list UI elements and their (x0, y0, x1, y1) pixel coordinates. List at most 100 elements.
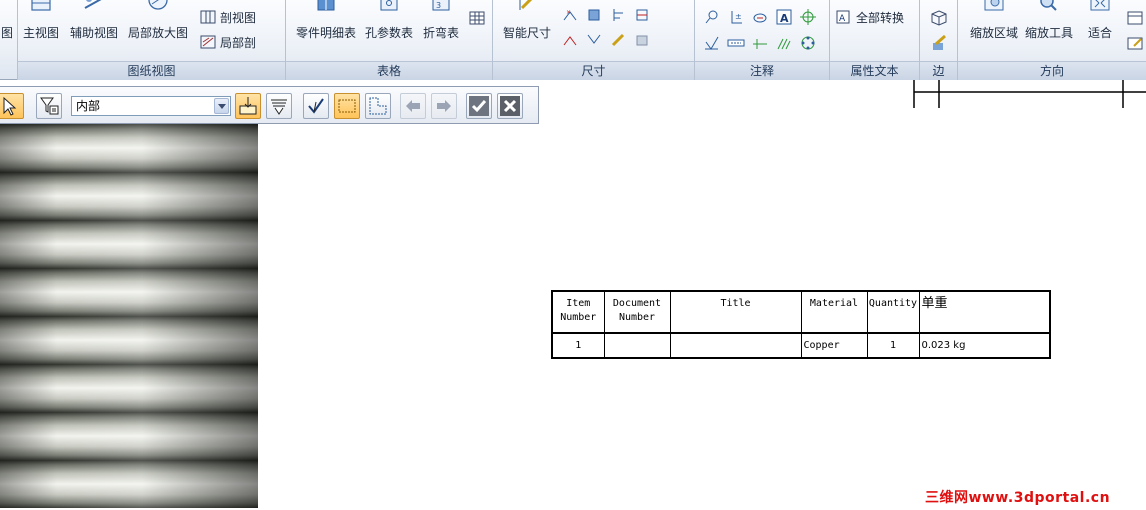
hatch-button[interactable] (775, 34, 793, 52)
bom-table-button[interactable]: 零件明细表 (290, 0, 362, 58)
dim-horizontal-button[interactable]: × (561, 6, 579, 24)
ribbon-group-caption: 注释 (695, 61, 829, 80)
section-view-icon (200, 10, 216, 24)
accept-button[interactable] (466, 93, 492, 119)
dimension-icon (636, 35, 648, 46)
view-edit-button[interactable] (1126, 34, 1144, 52)
zoom-tool-button[interactable]: 缩放工具 (1020, 0, 1078, 58)
balloon-button[interactable] (703, 8, 721, 26)
highlight-inside-button[interactable] (235, 93, 261, 119)
dim-baseline-button[interactable] (561, 31, 579, 49)
convert-all-label: 全部转换 (856, 11, 905, 25)
svg-text:±: ± (735, 12, 742, 21)
model-preview-panel (0, 124, 258, 510)
ribbon-group-tables: 零件明细表 孔参数表 3 折弯表 表格 (286, 0, 493, 80)
bend-table-label: 折弯表 (422, 26, 459, 40)
bom-header-title: Title (669, 290, 802, 334)
bend-table-button[interactable]: 3 折弯表 (418, 0, 464, 58)
section-view-button[interactable]: 剖视图 (200, 9, 256, 27)
detail-view-button[interactable]: 局部放大图 (122, 0, 194, 58)
ribbon-group-property-text: A 全部转换 属性文本 (830, 0, 920, 80)
section-view-label: 剖视图 (220, 11, 257, 25)
select-arrow-button[interactable] (0, 93, 24, 119)
bom-cell-document-number (603, 332, 671, 359)
dimension-icon (613, 9, 623, 21)
broken-out-section-label: 局部剖 (220, 36, 257, 50)
check-select-button[interactable] (303, 93, 329, 119)
pencil-icon (933, 34, 946, 50)
smart-dimension-button[interactable]: 智能尺寸 (497, 0, 557, 58)
dim-vertical-button[interactable] (585, 6, 603, 24)
bom-cell-quantity: 1 (866, 332, 920, 359)
checkmark-icon (469, 96, 489, 116)
convert-all-button[interactable]: A 全部转换 (836, 9, 904, 27)
weld-icon (753, 13, 767, 23)
rectangle-select-button[interactable] (334, 93, 360, 119)
dim-attach-button[interactable] (633, 31, 651, 49)
dim-fix-button[interactable] (609, 31, 627, 49)
dimension-icon (611, 33, 625, 47)
edge-display-button[interactable] (930, 9, 948, 27)
surface-finish-button[interactable] (703, 34, 721, 52)
smart-dimension-icon (519, 0, 533, 10)
ribbon-group-partial: 图 (0, 0, 18, 80)
chevron-down-icon[interactable] (214, 98, 229, 114)
filter-icon (40, 97, 59, 115)
bolt-circle-button[interactable] (799, 34, 817, 52)
gtol-button[interactable] (727, 34, 745, 52)
broken-out-section-button[interactable]: 局部剖 (200, 34, 256, 52)
dim-path-button[interactable] (585, 31, 603, 49)
table-row[interactable]: 1 Copper 1 0.023 kg (551, 332, 1051, 359)
dim-chamfer-button[interactable] (633, 6, 651, 24)
ribbon-button-partial[interactable]: 图 (0, 0, 14, 58)
edge-edit-button[interactable] (930, 34, 948, 52)
centerline-button[interactable] (751, 34, 769, 52)
zoom-area-label: 缩放区域 (969, 26, 1018, 40)
zoom-area-button[interactable]: 缩放区域 (962, 0, 1026, 58)
highlight-icon (271, 99, 287, 115)
text-button[interactable]: A (775, 8, 793, 26)
auxiliary-view-button[interactable]: 辅助视图 (66, 0, 122, 58)
back-button[interactable] (400, 93, 426, 119)
zoom-tool-label: 缩放工具 (1024, 26, 1073, 40)
bend-table-icon: 3 (432, 0, 450, 11)
view-orientation-button[interactable] (1126, 9, 1144, 27)
balloon-icon (705, 10, 718, 24)
filter-button[interactable] (36, 93, 62, 119)
bom-header-material: Material (800, 290, 868, 334)
bom-header-quantity: Quantity (866, 290, 920, 334)
title-block-fragment (913, 80, 1146, 108)
magnifier-icon (1040, 0, 1057, 11)
ribbon-group-caption: 属性文本 (830, 61, 919, 80)
dimension-icon (636, 9, 648, 21)
highlight-overlap-button[interactable] (266, 93, 292, 119)
window-icon (1127, 11, 1143, 25)
ribbon-group-caption: 方向 (958, 61, 1146, 80)
polyline-select-icon (369, 97, 387, 115)
weld-symbol-button[interactable] (751, 8, 769, 26)
ribbon-group-caption: 图纸视图 (18, 61, 285, 80)
convert-icon: A (836, 10, 850, 24)
rectangle-select-icon (338, 99, 356, 113)
table-grid-button[interactable] (468, 9, 486, 27)
datum-button[interactable]: ± (727, 8, 745, 26)
filter-select[interactable]: 内部 (71, 96, 231, 116)
fit-button[interactable]: 适合 (1080, 0, 1120, 58)
dimension-icon (587, 34, 601, 44)
main-view-button[interactable]: 主视图 (18, 0, 64, 58)
polyline-select-button[interactable] (365, 93, 391, 119)
bom-cell-title (669, 332, 802, 359)
detail-view-label: 局部放大图 (127, 26, 188, 40)
main-view-label: 主视图 (22, 26, 59, 40)
forward-button[interactable] (431, 93, 457, 119)
cancel-button[interactable] (497, 93, 523, 119)
center-mark-button[interactable] (799, 8, 817, 26)
pencil-icon (1127, 37, 1143, 50)
svg-text:×: × (566, 9, 571, 16)
bom-table[interactable]: Item Number Document Number Title Material… (551, 290, 1051, 359)
auxiliary-view-icon (84, 0, 102, 9)
dim-ordinate-button[interactable] (609, 6, 627, 24)
hole-table-button[interactable]: 孔参数表 (360, 0, 418, 58)
detail-view-icon (148, 0, 168, 10)
ribbon-group-orientation: 缩放区域 缩放工具 适合 方向 (958, 0, 1146, 80)
